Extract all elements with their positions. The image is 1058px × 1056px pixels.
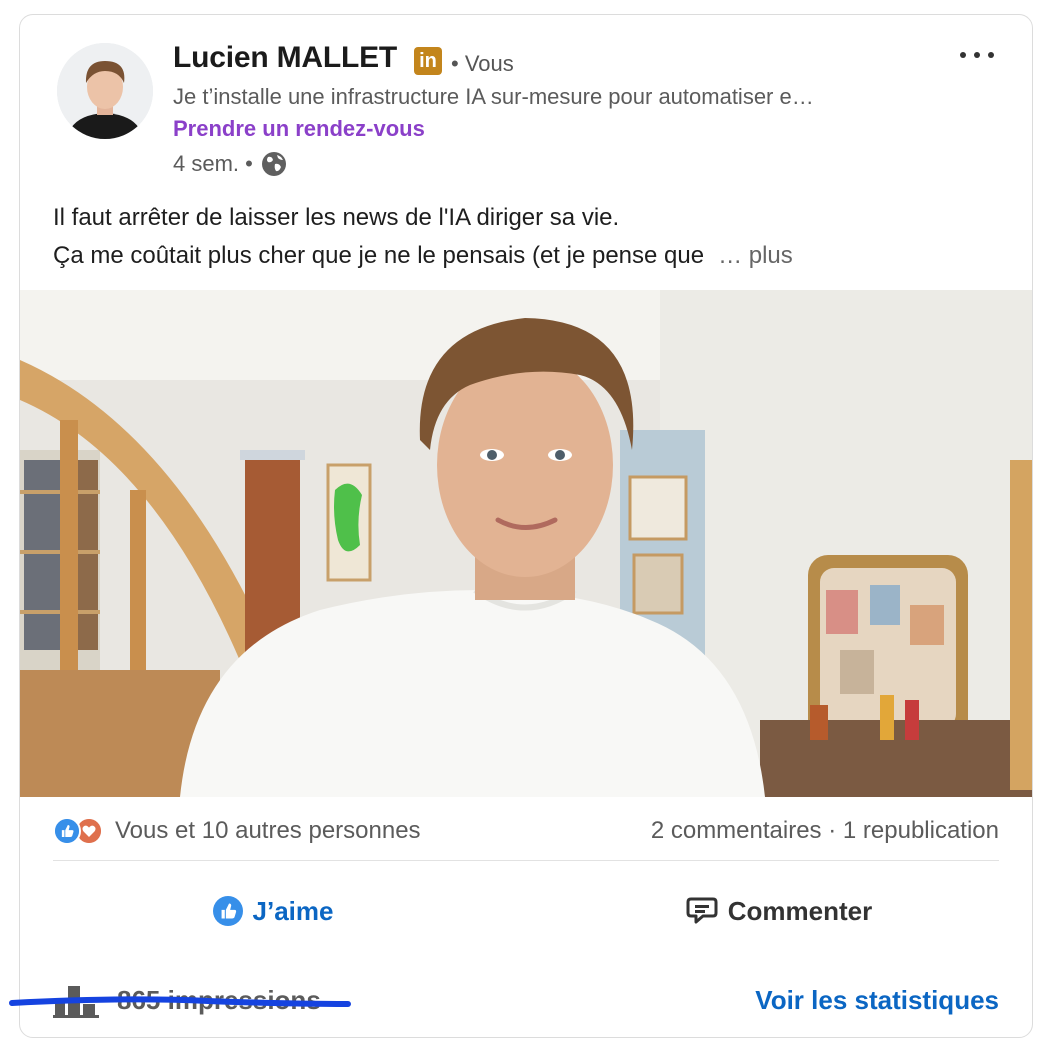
selfie-photo <box>20 290 1032 797</box>
post-text-line: Il faut arrêter de laisser les news de l… <box>53 204 620 231</box>
globe-icon <box>261 152 286 176</box>
book-meeting-link[interactable]: Prendre un rendez-vous <box>173 116 425 142</box>
see-more-link[interactable]: … plus <box>718 242 793 269</box>
linkedin-badge-icon: in <box>414 47 442 75</box>
author-headline: Je t’installe une infrastructure IA sur-… <box>173 84 814 109</box>
avatar[interactable] <box>57 43 153 139</box>
post-card: Lucien MALLET in • Vous Je t’installe un… <box>19 14 1033 1038</box>
time-ago: 4 sem. • <box>173 151 253 176</box>
comments-reposts-link[interactable]: 2 commentaires · 1 republication <box>651 817 999 845</box>
relation-label: • Vous <box>451 51 514 76</box>
avatar-image <box>57 43 153 139</box>
like-button[interactable]: J’aime <box>20 885 526 937</box>
comment-button[interactable]: Commenter <box>526 885 1032 937</box>
more-options-button[interactable] <box>960 45 994 65</box>
like-label: J’aime <box>252 895 334 926</box>
reaction-icons <box>53 817 107 845</box>
dot-icon <box>974 52 980 58</box>
post-meta: 4 sem. • <box>173 149 289 179</box>
divider <box>53 860 999 861</box>
social-counts: Vous et 10 autres personnes 2 commentair… <box>53 815 999 847</box>
view-statistics-link[interactable]: Voir les statistiques <box>755 985 999 1016</box>
comment-icon <box>686 897 718 924</box>
dot-icon <box>988 52 994 58</box>
post-text: Il faut arrêter de laisser les news de l… <box>53 199 793 275</box>
hand-drawn-underline <box>9 996 351 1007</box>
post-actions: J’aime Commenter <box>20 885 1032 937</box>
comment-label: Commenter <box>727 895 873 926</box>
author-name[interactable]: Lucien MALLET <box>173 41 397 75</box>
reactions-text: Vous et 10 autres personnes <box>115 817 421 844</box>
reactions-summary[interactable]: Vous et 10 autres personnes <box>53 817 421 845</box>
like-icon <box>53 817 81 845</box>
thumbs-up-icon <box>212 896 243 926</box>
post-text-line: Ça me coûtait plus cher que je ne le pen… <box>53 242 793 269</box>
dot-icon <box>960 52 966 58</box>
post-image[interactable] <box>20 290 1032 797</box>
